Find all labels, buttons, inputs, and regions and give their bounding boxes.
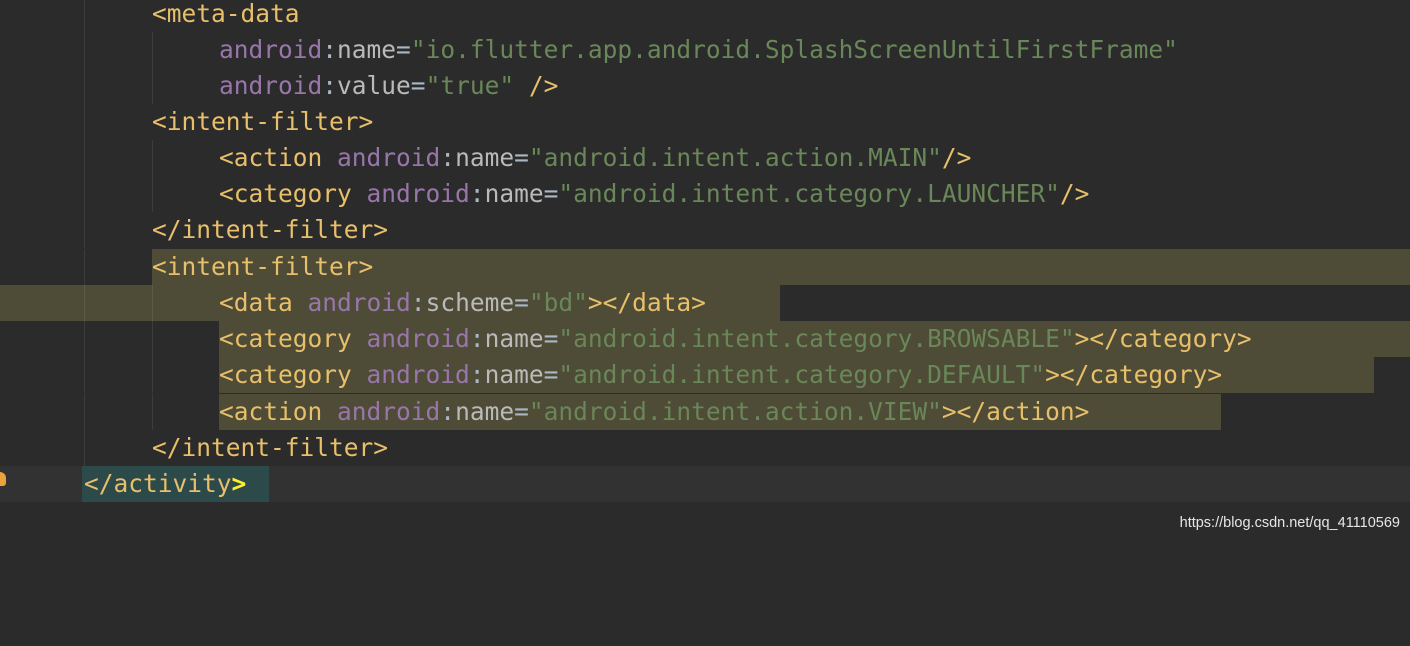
code-line[interactable]: <category android:name="android.intent.c… (0, 176, 1410, 212)
attr-value: "true" (425, 71, 515, 100)
tag-close: > (231, 469, 247, 498)
tag-open: <action (219, 143, 323, 172)
tag-open: </intent-filter (152, 433, 374, 462)
tag-open: </activity (84, 469, 232, 498)
code-line-highlighted[interactable]: <category android:name="android.intent.c… (0, 357, 1410, 393)
attr-name: value (337, 71, 411, 100)
attr-value: "android.intent.action.VIEW" (528, 397, 942, 426)
tag-open: <action (219, 397, 323, 426)
attr-value: "android.intent.category.LAUNCHER" (558, 179, 1060, 208)
tag-close: > (358, 107, 374, 136)
tag-open: <category (219, 360, 352, 389)
code-line[interactable]: android:value="true" /> (0, 68, 1410, 104)
code-line[interactable]: <intent-filter> (0, 104, 1410, 140)
code-line[interactable]: </intent-filter> (0, 430, 1410, 466)
tag-close: ></data> (587, 288, 706, 317)
tag-open: <intent-filter (152, 252, 359, 281)
attr-namespace: android (366, 179, 470, 208)
tag-open: <meta-data (152, 0, 300, 28)
tag-close: ></category> (1074, 324, 1252, 353)
tag-open: <data (219, 288, 293, 317)
attr-name: name (455, 397, 515, 426)
attr-namespace: android (219, 71, 323, 100)
code-line[interactable]: android:name="io.flutter.app.android.Spl… (0, 32, 1410, 68)
code-line-caret[interactable]: </activity> (0, 466, 1410, 502)
code-line[interactable]: </intent-filter> (0, 212, 1410, 248)
attr-namespace: android (337, 143, 441, 172)
code-line-highlighted[interactable]: <data android:scheme="bd"></data> (0, 285, 1410, 321)
attr-namespace: android (366, 324, 470, 353)
attr-value: "android.intent.category.BROWSABLE" (558, 324, 1075, 353)
attr-name: name (484, 324, 544, 353)
attr-namespace: android (219, 35, 323, 64)
attr-value: "bd" (528, 288, 588, 317)
attr-name: name (455, 143, 515, 172)
lightbulb-icon[interactable] (0, 472, 6, 486)
tag-open: <intent-filter (152, 107, 359, 136)
tag-open: <category (219, 324, 352, 353)
attr-name: name (337, 35, 397, 64)
tag-close: /> (941, 143, 972, 172)
tag-open: <category (219, 179, 352, 208)
attr-namespace: android (366, 360, 470, 389)
code-line-highlighted[interactable]: <category android:name="android.intent.c… (0, 321, 1410, 357)
tag-close: ></action> (941, 397, 1090, 426)
tag-open: </intent-filter (152, 215, 374, 244)
code-line-highlighted[interactable]: <action android:name="android.intent.act… (0, 394, 1410, 430)
attr-namespace: android (307, 288, 411, 317)
attr-value: "android.intent.category.DEFAULT" (558, 360, 1046, 389)
tag-close: > (358, 252, 374, 281)
attr-namespace: android (337, 397, 441, 426)
tag-close: > (373, 433, 389, 462)
code-line[interactable]: <meta-data (0, 0, 1410, 32)
code-line-highlighted[interactable]: <intent-filter> (0, 249, 1410, 285)
attr-value: "io.flutter.app.android.SplashScreenUnti… (410, 35, 1178, 64)
watermark: https://blog.csdn.net/qq_41110569 (1179, 515, 1400, 531)
attr-name: scheme (425, 288, 515, 317)
tag-close: /> (1059, 179, 1090, 208)
tag-close: /> (514, 71, 559, 100)
code-line[interactable]: <action android:name="android.intent.act… (0, 140, 1410, 176)
attr-name: name (484, 179, 544, 208)
attr-value: "android.intent.action.MAIN" (528, 143, 942, 172)
code-editor[interactable]: <meta-data android:name="io.flutter.app.… (0, 0, 1410, 543)
tag-close: ></category> (1045, 360, 1223, 389)
tag-close: > (373, 215, 389, 244)
attr-name: name (484, 360, 544, 389)
